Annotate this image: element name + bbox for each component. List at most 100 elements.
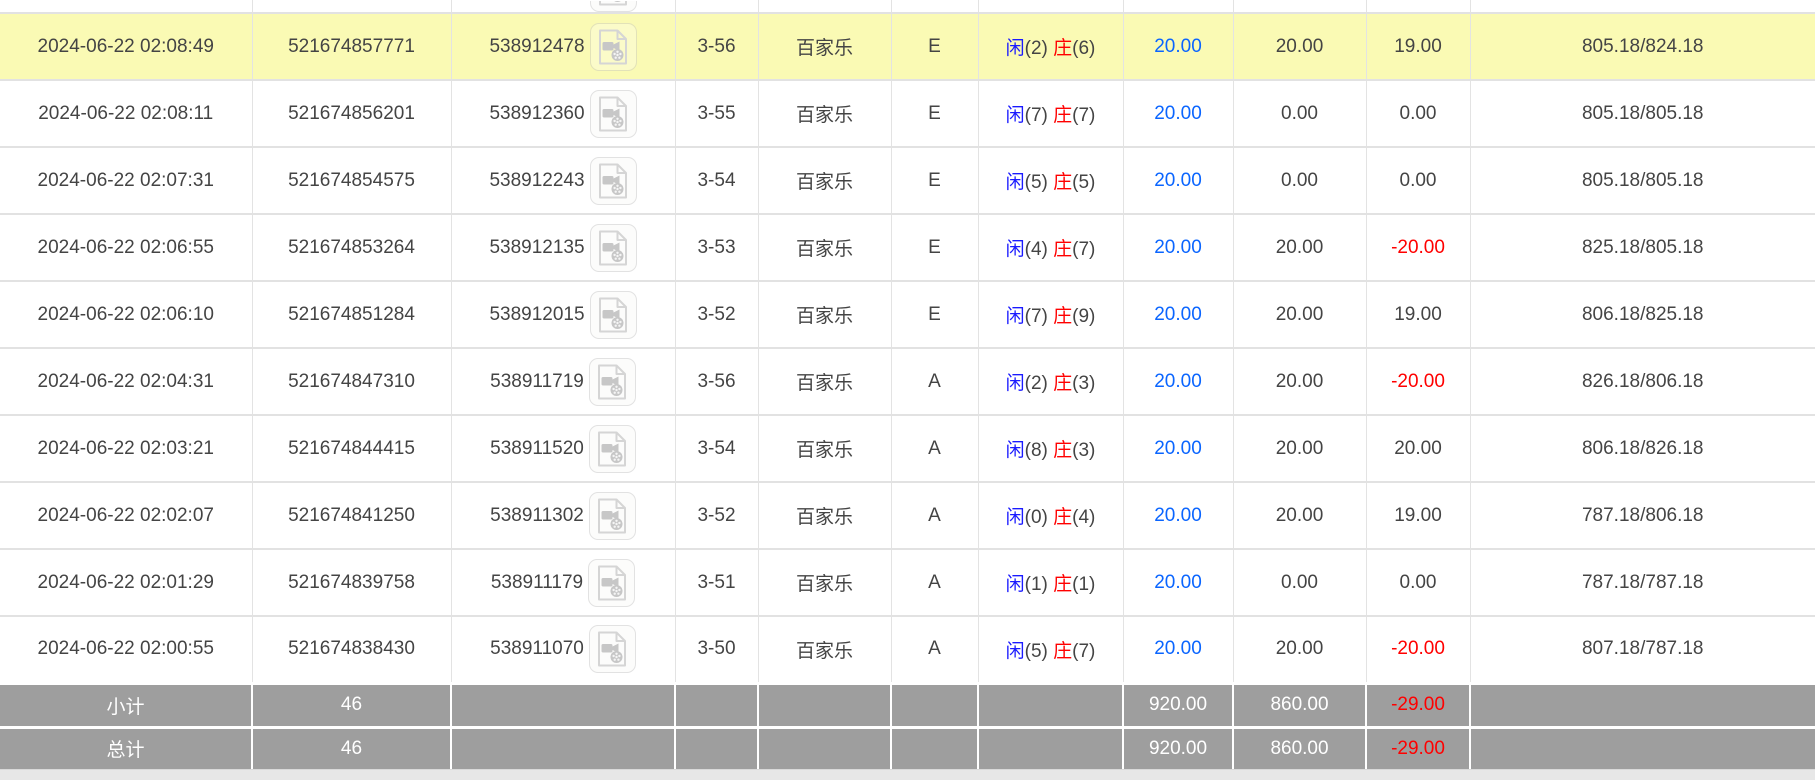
table-round-cell: 3-51 [675, 549, 758, 616]
valid-amount-cell: 20.00 [1233, 616, 1366, 683]
game-type-cell: 百家乐 [758, 80, 891, 147]
order-number-cell: 521674838430 [252, 616, 451, 683]
empty-cell [891, 0, 978, 13]
game-number-wrap: 538911070 [452, 625, 675, 673]
win-loss-cell: -20.00 [1366, 214, 1470, 281]
win-loss-cell: -20.00 [1366, 348, 1470, 415]
game-number-wrap: 538911520 [452, 425, 675, 473]
table-code-cell: E [891, 214, 978, 281]
empty-cell [252, 0, 451, 13]
empty-cell [1233, 0, 1366, 13]
video-replay-button[interactable] [590, 291, 637, 339]
order-number-cell: 521674839758 [252, 549, 451, 616]
game-number-text: 538912243 [489, 170, 584, 192]
game-result-cell: 闲(2) 庄(3) [978, 348, 1123, 415]
subtotal-row: 小计 46 920.00 860.00 -29.00 [0, 683, 1815, 727]
table-row: 2024-06-22 02:00:55521674838430538911070… [0, 616, 1815, 683]
player-result-label: 闲 [1006, 239, 1025, 260]
video-replay-icon [597, 364, 627, 400]
table-row-highlighted: 2024-06-22 02:08:49521674857771538912478… [0, 13, 1815, 80]
bet-amount-cell[interactable]: 20.00 [1123, 616, 1233, 683]
balance-cell: 787.18/787.18 [1470, 549, 1815, 616]
game-number-wrap: 538912360 [452, 90, 675, 138]
total-winloss: -29.00 [1366, 727, 1470, 769]
video-replay-button[interactable] [589, 492, 636, 540]
table-row: 2024-06-22 02:06:55521674853264538912135… [0, 214, 1815, 281]
bet-amount-cell[interactable]: 20.00 [1123, 348, 1233, 415]
table-code-cell: E [891, 80, 978, 147]
game-number-wrap: 538911719 [452, 358, 675, 406]
bet-amount-cell[interactable]: 20.00 [1123, 482, 1233, 549]
table-round-cell: 3-52 [675, 281, 758, 348]
bet-time-cell: 2024-06-22 02:06:55 [0, 214, 252, 281]
partial-row-group [0, 0, 1815, 13]
game-type-cell: 百家乐 [758, 415, 891, 482]
balance-cell: 806.18/826.18 [1470, 415, 1815, 482]
game-number-cell: 538912478 [451, 13, 675, 80]
empty-cell [1470, 727, 1815, 769]
video-replay-icon [598, 297, 628, 333]
table-round-cell: 3-56 [675, 348, 758, 415]
table-code-cell: A [891, 415, 978, 482]
bet-amount-cell[interactable]: 20.00 [1123, 549, 1233, 616]
total-valid: 860.00 [1233, 727, 1366, 769]
order-number-cell: 521674856201 [252, 80, 451, 147]
game-number-wrap: 538911302 [452, 492, 675, 540]
banker-result-label: 庄 [1053, 105, 1072, 126]
table-code-cell: A [891, 482, 978, 549]
valid-amount-cell: 0.00 [1233, 147, 1366, 214]
bet-amount-cell[interactable]: 20.00 [1123, 281, 1233, 348]
video-replay-button[interactable] [590, 90, 637, 138]
video-replay-button[interactable] [588, 559, 635, 607]
video-replay-button[interactable] [590, 23, 637, 71]
bet-time-cell: 2024-06-22 02:04:31 [0, 348, 252, 415]
partial-table-row [0, 0, 1815, 13]
balance-cell: 825.18/805.18 [1470, 214, 1815, 281]
table-code-cell: A [891, 616, 978, 683]
video-replay-button[interactable] [589, 358, 636, 406]
game-result-cell: 闲(2) 庄(6) [978, 13, 1123, 80]
game-number-text: 538911719 [490, 371, 584, 393]
bet-amount-cell[interactable]: 20.00 [1123, 214, 1233, 281]
video-replay-button[interactable] [590, 1, 637, 12]
empty-cell [978, 0, 1123, 13]
game-number-wrap: 538912243 [452, 157, 675, 205]
player-result-label: 闲 [1006, 574, 1025, 595]
banker-result-label: 庄 [1053, 641, 1072, 662]
balance-cell: 807.18/787.18 [1470, 616, 1815, 683]
valid-amount-cell: 20.00 [1233, 13, 1366, 80]
table-code-cell: A [891, 348, 978, 415]
video-replay-button[interactable] [589, 625, 636, 673]
bet-amount-cell[interactable]: 20.00 [1123, 415, 1233, 482]
subtotal-valid: 860.00 [1233, 683, 1366, 727]
win-loss-cell: 0.00 [1366, 80, 1470, 147]
table-row: 2024-06-22 02:07:31521674854575538912243… [0, 147, 1815, 214]
game-result-cell: 闲(5) 庄(7) [978, 616, 1123, 683]
balance-cell: 787.18/806.18 [1470, 482, 1815, 549]
bet-amount-cell[interactable]: 20.00 [1123, 147, 1233, 214]
game-type-cell: 百家乐 [758, 214, 891, 281]
game-type-cell: 百家乐 [758, 281, 891, 348]
banker-result-label: 庄 [1053, 574, 1072, 595]
video-replay-button[interactable] [590, 224, 637, 272]
game-number-cell: 538912360 [451, 80, 675, 147]
summary-rows-group: 小计 46 920.00 860.00 -29.00 总计 46 920.00 … [0, 683, 1815, 769]
data-rows-group: 2024-06-22 02:08:49521674857771538912478… [0, 13, 1815, 683]
clipped-video-button-wrap [452, 1, 675, 12]
table-round-cell: 3-56 [675, 13, 758, 80]
table-row: 2024-06-22 02:03:21521674844415538911520… [0, 415, 1815, 482]
win-loss-cell: 19.00 [1366, 281, 1470, 348]
empty-cell [758, 683, 891, 727]
video-replay-button[interactable] [590, 157, 637, 205]
game-number-wrap: 538912478 [452, 23, 675, 71]
table-code-cell: A [891, 549, 978, 616]
video-replay-button[interactable] [589, 425, 636, 473]
empty-cell [758, 727, 891, 769]
table-round-cell: 3-53 [675, 214, 758, 281]
win-loss-cell: 0.00 [1366, 147, 1470, 214]
table-row: 2024-06-22 02:08:11521674856201538912360… [0, 80, 1815, 147]
game-number-text: 538911302 [490, 505, 584, 527]
balance-cell: 806.18/825.18 [1470, 281, 1815, 348]
bet-amount-cell[interactable]: 20.00 [1123, 13, 1233, 80]
bet-amount-cell[interactable]: 20.00 [1123, 80, 1233, 147]
